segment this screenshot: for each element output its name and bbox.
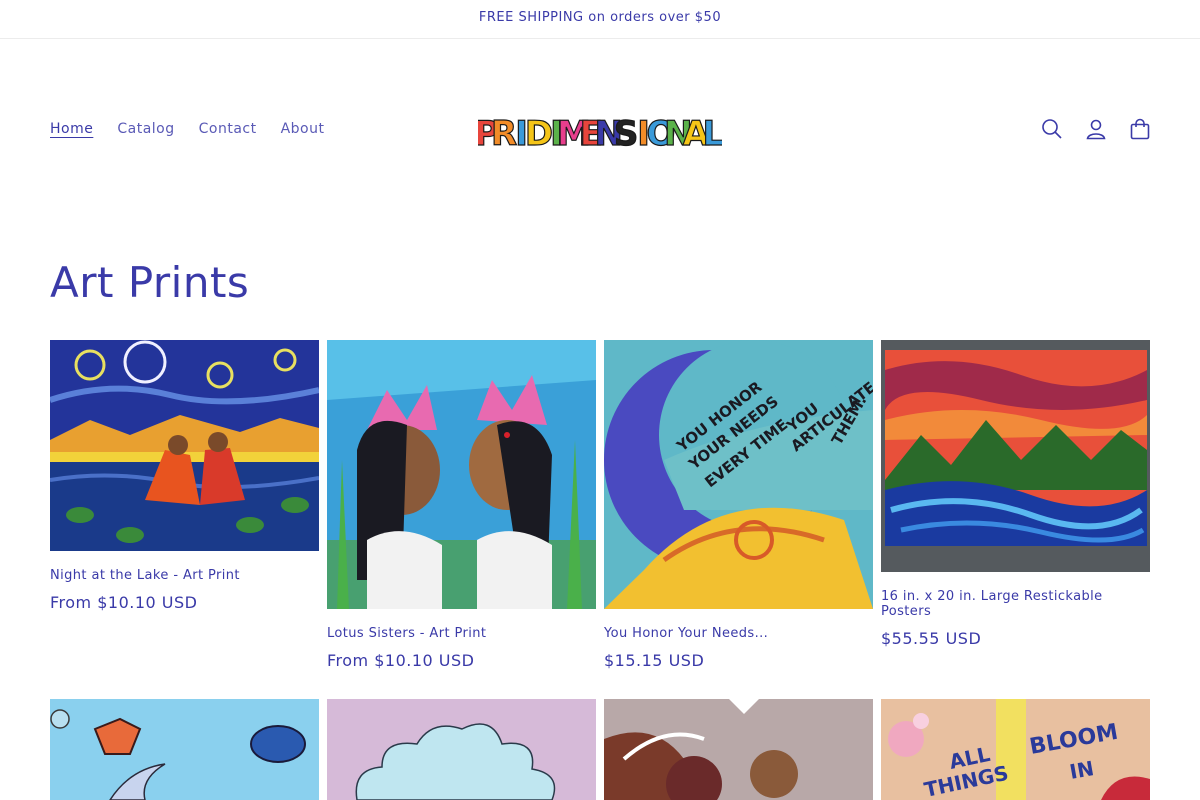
product-title[interactable]: Night at the Lake - Art Print [50, 568, 319, 583]
product-image[interactable] [327, 340, 596, 609]
header-icons [1040, 117, 1152, 141]
product-card[interactable] [50, 699, 319, 800]
announcement-bar: FREE SHIPPING on orders over $50 [0, 0, 1200, 39]
product-image[interactable] [881, 340, 1150, 572]
product-image[interactable] [50, 699, 319, 800]
product-image[interactable]: YOU HONOR YOUR NEEDS EVERY TIME YOU ARTI… [604, 340, 873, 609]
page-title: Art Prints [50, 258, 250, 307]
product-image[interactable] [327, 699, 596, 800]
logo-letter: D [525, 114, 553, 153]
brand-logo[interactable]: PRIDIMENSIONAL [474, 109, 725, 154]
nav-about[interactable]: About [281, 121, 325, 137]
product-title[interactable]: You Honor Your Needs... [604, 626, 873, 641]
site-header: Home Catalog Contact About PRIDIMENSIONA… [0, 39, 1200, 219]
logo-letter: R [491, 114, 517, 153]
product-price: $15.15 USD [604, 651, 705, 670]
product-card[interactable]: YOU HONOR YOUR NEEDS EVERY TIME YOU ARTI… [604, 340, 873, 670]
product-title[interactable]: 16 in. x 20 in. Large Restickable Poster… [881, 589, 1150, 619]
product-card[interactable]: Night at the Lake - Art Print From $10.1… [50, 340, 319, 612]
cart-icon[interactable] [1128, 117, 1152, 141]
product-card[interactable]: ALL THINGS BLOOM IN [881, 699, 1150, 800]
product-image[interactable] [604, 699, 873, 800]
product-price: From $10.10 USD [327, 651, 475, 670]
account-icon[interactable] [1084, 117, 1108, 141]
logo-letter: S [614, 114, 639, 153]
announcement-text: FREE SHIPPING on orders over $50 [478, 10, 722, 25]
logo-wordmark: PRIDIMENSIONAL [474, 113, 725, 154]
logo-letter: L [702, 114, 722, 153]
product-card[interactable]: 16 in. x 20 in. Large Restickable Poster… [881, 340, 1150, 648]
product-title[interactable]: Lotus Sisters - Art Print [327, 626, 596, 641]
nav-catalog[interactable]: Catalog [117, 121, 174, 137]
main-nav: Home Catalog Contact About [50, 121, 324, 137]
product-card[interactable]: Lotus Sisters - Art Print From $10.10 US… [327, 340, 596, 670]
product-price: $55.55 USD [881, 629, 982, 648]
product-image[interactable]: ALL THINGS BLOOM IN [881, 699, 1150, 800]
artwork-text: IN [1068, 756, 1096, 784]
product-image[interactable] [50, 340, 319, 551]
product-card[interactable] [327, 699, 596, 800]
product-price: From $10.10 USD [50, 593, 198, 612]
search-icon[interactable] [1040, 117, 1064, 141]
nav-contact[interactable]: Contact [199, 121, 257, 137]
product-card[interactable] [604, 699, 873, 800]
nav-home[interactable]: Home [50, 121, 93, 137]
